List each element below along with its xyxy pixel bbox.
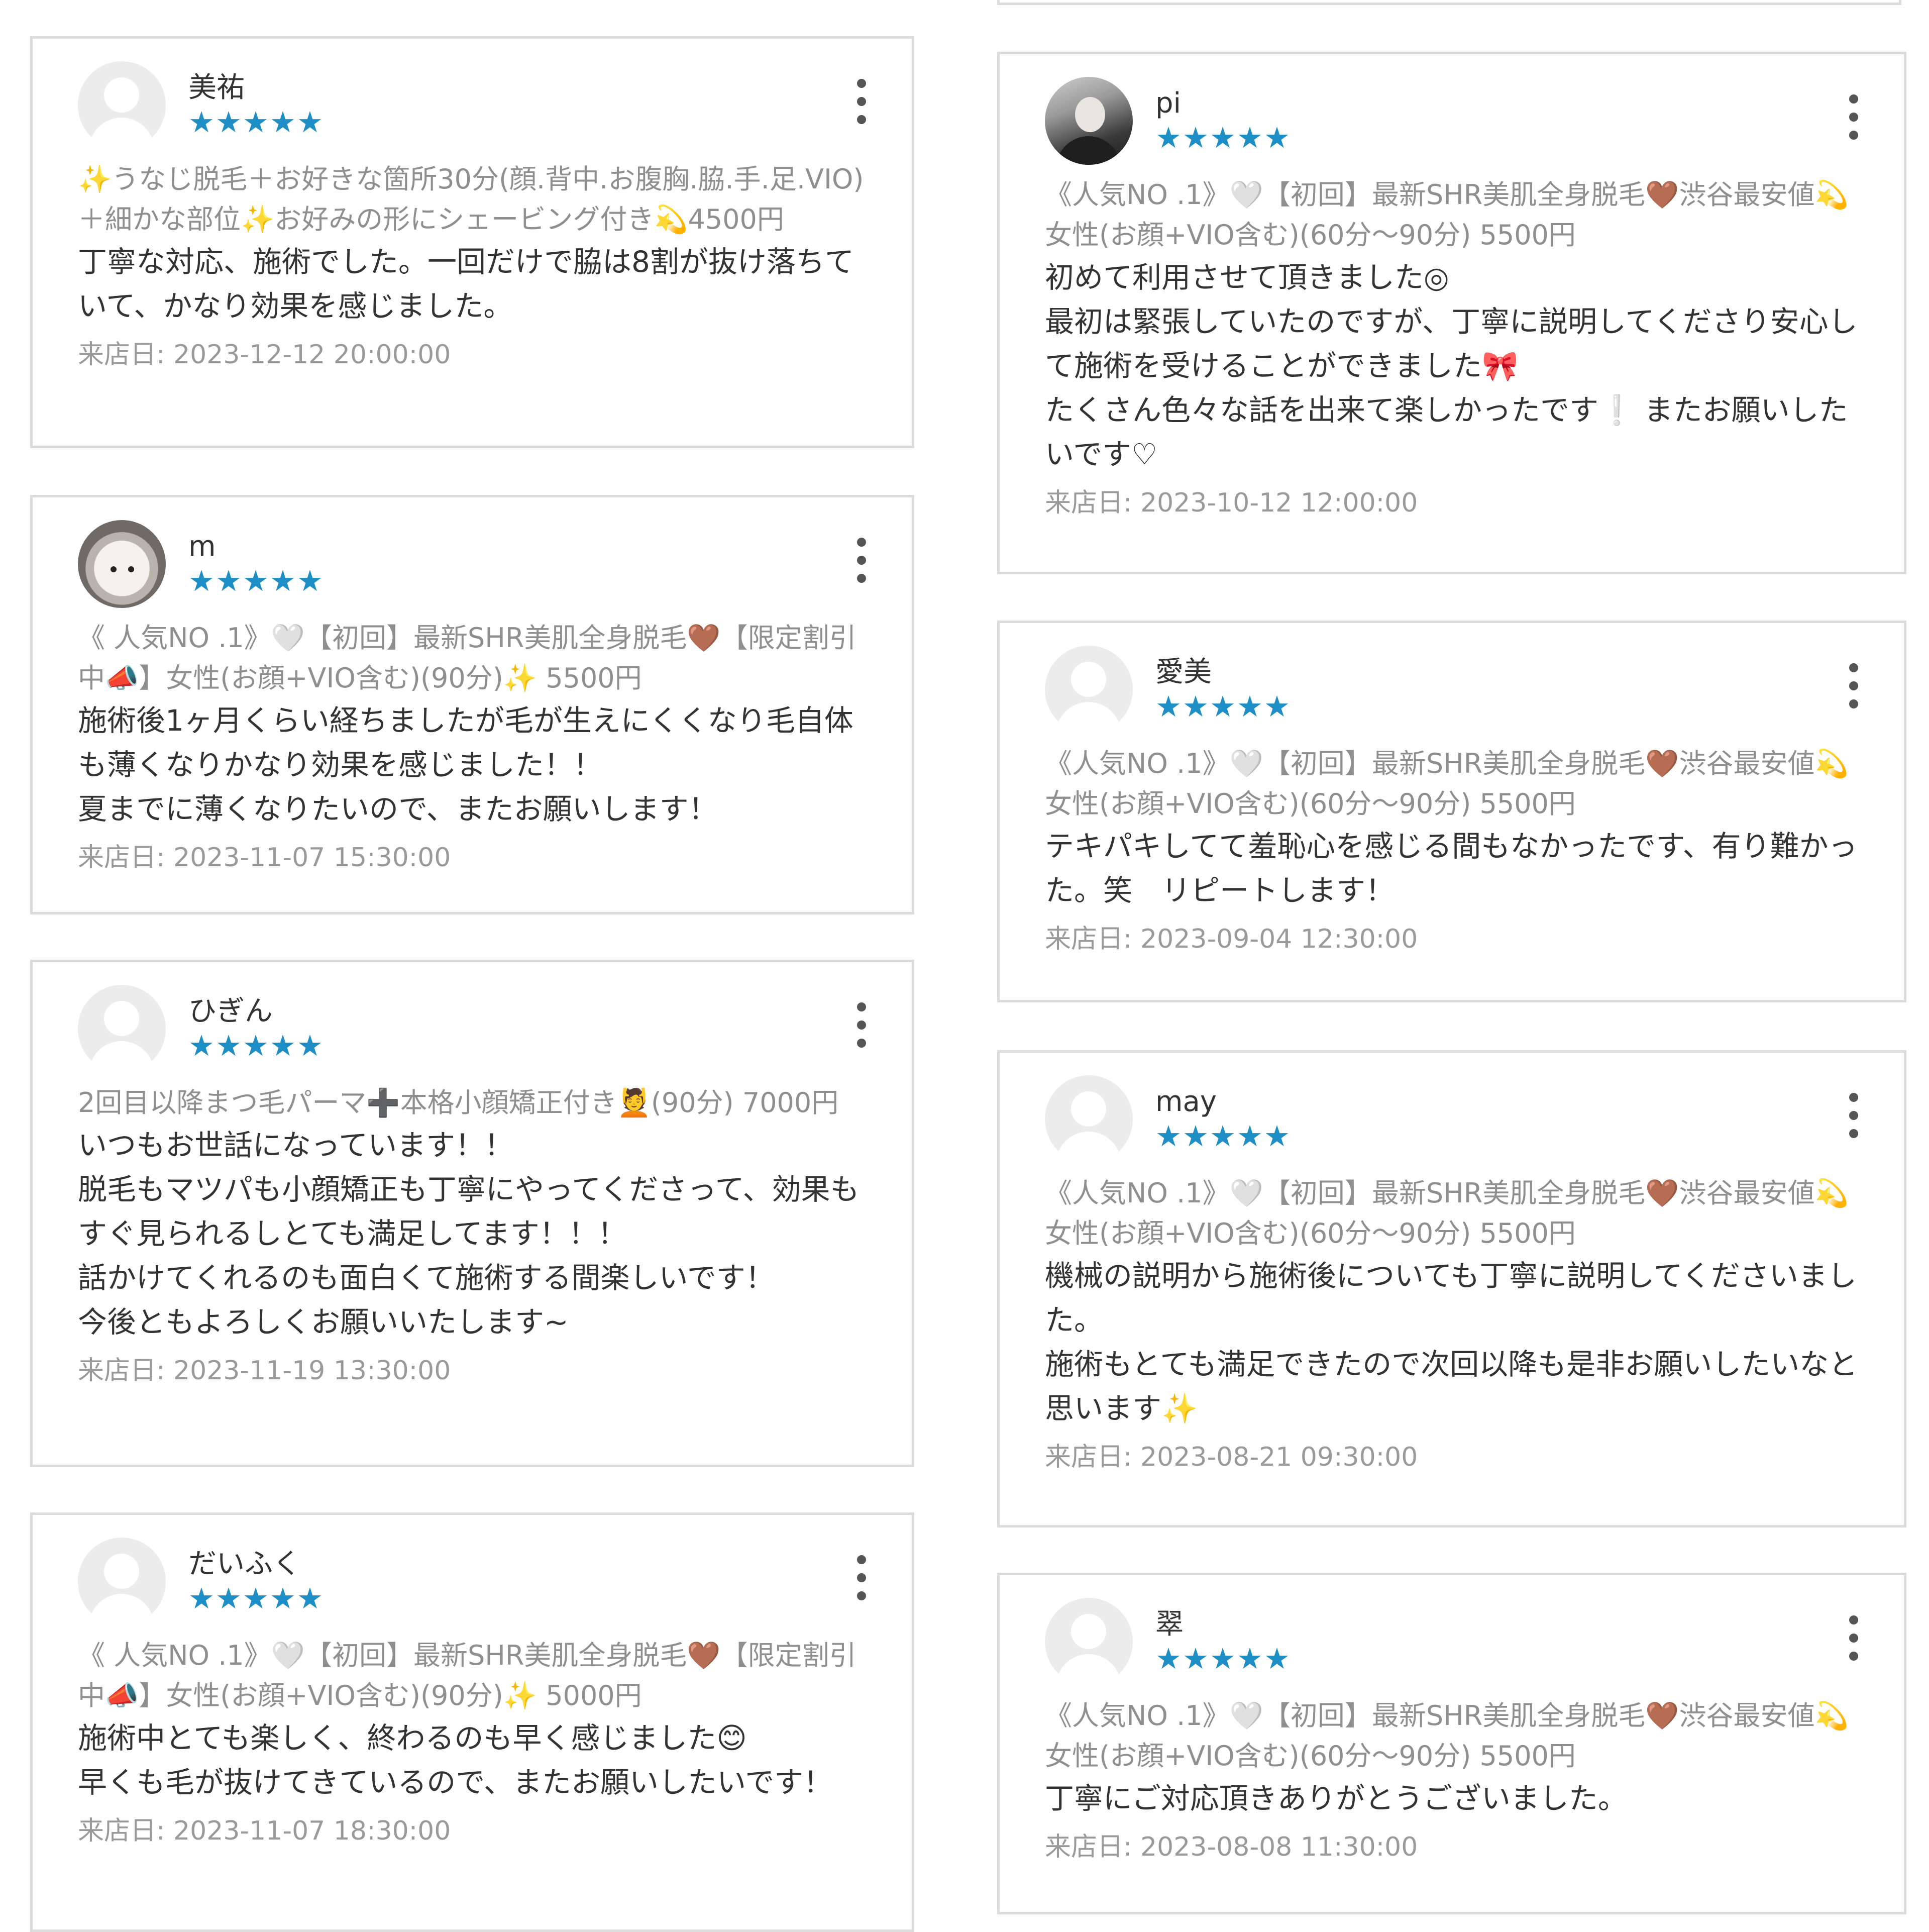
- reviewer-name[interactable]: だいふく: [188, 1547, 324, 1582]
- review-card: 愛美 ★★★★★ 《人気NO .1》🤍【初回】最新SHR美肌全身脱毛🤎渋谷最安値…: [997, 621, 1906, 1002]
- visit-date: 来店日: 2023-11-07 18:30:00: [78, 1813, 867, 1849]
- review-card: ひぎん ★★★★★ 2回目以降まつ毛パーマ➕本格小顔矯正付き💆(90分) 700…: [30, 960, 914, 1467]
- visit-date: 来店日: 2023-11-19 13:30:00: [78, 1353, 867, 1388]
- avatar-icon[interactable]: [78, 520, 166, 608]
- star-rating: ★★★★★: [1155, 121, 1291, 155]
- star-rating: ★★★★★: [188, 564, 324, 598]
- menu-name: 《人気NO .1》🤍【初回】最新SHR美肌全身脱毛🤎渋谷最安値💫女性(お顔+VI…: [1045, 1700, 1849, 1772]
- star-rating: ★★★★★: [188, 105, 324, 139]
- avatar-icon[interactable]: [1045, 77, 1133, 165]
- reviewer-name[interactable]: 美祐: [188, 70, 324, 106]
- more-options-icon[interactable]: [851, 79, 872, 124]
- avatar-icon[interactable]: [1045, 1075, 1133, 1163]
- star-rating: ★★★★★: [1155, 689, 1291, 724]
- review-card: 翠 ★★★★★ 《人気NO .1》🤍【初回】最新SHR美肌全身脱毛🤎渋谷最安値💫…: [997, 1573, 1906, 1914]
- review-comment: 機械の説明から施術後についても丁寧に説明してくださいました。 施術もとても満足で…: [1045, 1259, 1858, 1426]
- reviewer-name[interactable]: ひぎん: [188, 994, 324, 1029]
- review-comment: いつもお世話になっています！！ 脱毛もマツパも小顔矯正も丁寧にやってくださって、…: [78, 1128, 860, 1339]
- menu-name: 《 人気NO .1》🤍【初回】最新SHR美肌全身脱毛🤎【限定割引中📣】女性(お顔…: [78, 622, 856, 694]
- more-options-icon[interactable]: [851, 1002, 872, 1048]
- star-rating: ★★★★★: [188, 1581, 324, 1615]
- review-card: だいふく ★★★★★ 《 人気NO .1》🤍【初回】最新SHR美肌全身脱毛🤎【限…: [30, 1512, 914, 1932]
- review-comment: 施術後1ヶ月くらい経ちましたが毛が生えにくくなり毛自体も薄くなりかなり効果を感じ…: [78, 703, 853, 826]
- review-card: m ★★★★★ 《 人気NO .1》🤍【初回】最新SHR美肌全身脱毛🤎【限定割引…: [30, 495, 914, 914]
- visit-date: 来店日: 2023-11-07 15:30:00: [78, 840, 867, 875]
- visit-date: 来店日: 2023-08-08 11:30:00: [1045, 1829, 1859, 1865]
- star-rating: ★★★★★: [1155, 1642, 1291, 1676]
- previous-review-card-edge: [997, 0, 1901, 5]
- menu-name: 《人気NO .1》🤍【初回】最新SHR美肌全身脱毛🤎渋谷最安値💫女性(お顔+VI…: [1045, 179, 1849, 251]
- review-comment: 施術中とても楽しく、終わるのも早く感じました😊 早くも毛が抜けてきているので、ま…: [78, 1721, 833, 1799]
- review-comment: 初めて利用させて頂きました◎ 最初は緊張していたのですが、丁寧に説明してくださり…: [1045, 260, 1858, 471]
- reviewer-name[interactable]: m: [188, 529, 324, 564]
- avatar-icon[interactable]: [78, 985, 166, 1073]
- visit-date-value: 2023-11-07 15:30:00: [173, 843, 451, 873]
- visit-label: 来店日:: [1045, 488, 1141, 518]
- reviewer-name[interactable]: pi: [1155, 86, 1291, 121]
- visit-label: 来店日:: [78, 1816, 174, 1846]
- visit-date-value: 2023-08-08 11:30:00: [1140, 1832, 1418, 1862]
- reviewer-name[interactable]: may: [1155, 1084, 1291, 1120]
- menu-name: 2回目以降まつ毛パーマ➕本格小顔矯正付き💆(90分) 7000円: [78, 1087, 839, 1118]
- more-options-icon[interactable]: [1844, 1093, 1864, 1138]
- visit-date: 来店日: 2023-10-12 12:00:00: [1045, 485, 1859, 521]
- more-options-icon[interactable]: [851, 538, 872, 583]
- visit-date-value: 2023-11-07 18:30:00: [173, 1816, 451, 1846]
- avatar-icon[interactable]: [1045, 646, 1133, 734]
- review-comment: 丁寧にご対応頂きありがとうございました。: [1045, 1781, 1627, 1815]
- avatar-icon[interactable]: [78, 61, 166, 149]
- more-options-icon[interactable]: [1844, 1615, 1864, 1661]
- avatar-icon[interactable]: [1045, 1598, 1133, 1686]
- visit-date-value: 2023-12-12 20:00:00: [173, 340, 451, 370]
- menu-name: 《人気NO .1》🤍【初回】最新SHR美肌全身脱毛🤎渋谷最安値💫女性(お顔+VI…: [1045, 748, 1849, 820]
- avatar-icon[interactable]: [78, 1538, 166, 1625]
- review-comment: 丁寧な対応、施術でした。一回だけで脇は8割が抜け落ちていて、かなり効果を感じまし…: [78, 245, 854, 323]
- visit-date: 来店日: 2023-08-21 09:30:00: [1045, 1440, 1859, 1475]
- more-options-icon[interactable]: [851, 1555, 872, 1600]
- reviewer-name[interactable]: 翠: [1155, 1607, 1291, 1642]
- review-card: pi ★★★★★ 《人気NO .1》🤍【初回】最新SHR美肌全身脱毛🤎渋谷最安値…: [997, 52, 1906, 574]
- star-rating: ★★★★★: [1155, 1119, 1291, 1153]
- review-card: may ★★★★★ 《人気NO .1》🤍【初回】最新SHR美肌全身脱毛🤎渋谷最安…: [997, 1050, 1906, 1528]
- reviewer-name[interactable]: 愛美: [1155, 655, 1291, 690]
- visit-label: 来店日:: [78, 843, 174, 873]
- visit-date-value: 2023-09-04 12:30:00: [1140, 924, 1418, 954]
- visit-date: 来店日: 2023-12-12 20:00:00: [78, 337, 867, 372]
- visit-date-value: 2023-10-12 12:00:00: [1140, 488, 1418, 518]
- visit-date-value: 2023-11-19 13:30:00: [173, 1356, 451, 1386]
- visit-label: 来店日:: [78, 1356, 174, 1386]
- star-rating: ★★★★★: [188, 1029, 324, 1063]
- more-options-icon[interactable]: [1844, 94, 1864, 140]
- menu-name: 《人気NO .1》🤍【初回】最新SHR美肌全身脱毛🤎渋谷最安値💫女性(お顔+VI…: [1045, 1177, 1849, 1249]
- visit-label: 来店日:: [1045, 1832, 1141, 1862]
- visit-label: 来店日:: [78, 340, 174, 370]
- visit-label: 来店日:: [1045, 1442, 1141, 1472]
- visit-label: 来店日:: [1045, 924, 1141, 954]
- visit-date: 来店日: 2023-09-04 12:30:00: [1045, 922, 1859, 957]
- menu-name: 《 人気NO .1》🤍【初回】最新SHR美肌全身脱毛🤎【限定割引中📣】女性(お顔…: [78, 1640, 856, 1711]
- visit-date-value: 2023-08-21 09:30:00: [1140, 1442, 1418, 1472]
- review-card: 美祐 ★★★★★ ✨うなじ脱毛＋お好きな箇所30分(顔.背中.お腹胸.脇.手.足…: [30, 36, 914, 448]
- menu-name: ✨うなじ脱毛＋お好きな箇所30分(顔.背中.お腹胸.脇.手.足.VIO)＋細かな…: [78, 163, 864, 235]
- more-options-icon[interactable]: [1844, 663, 1864, 708]
- review-comment: テキパキしてて羞恥心を感じる間もなかったです、有り難かった。笑 リピートします！: [1045, 829, 1858, 907]
